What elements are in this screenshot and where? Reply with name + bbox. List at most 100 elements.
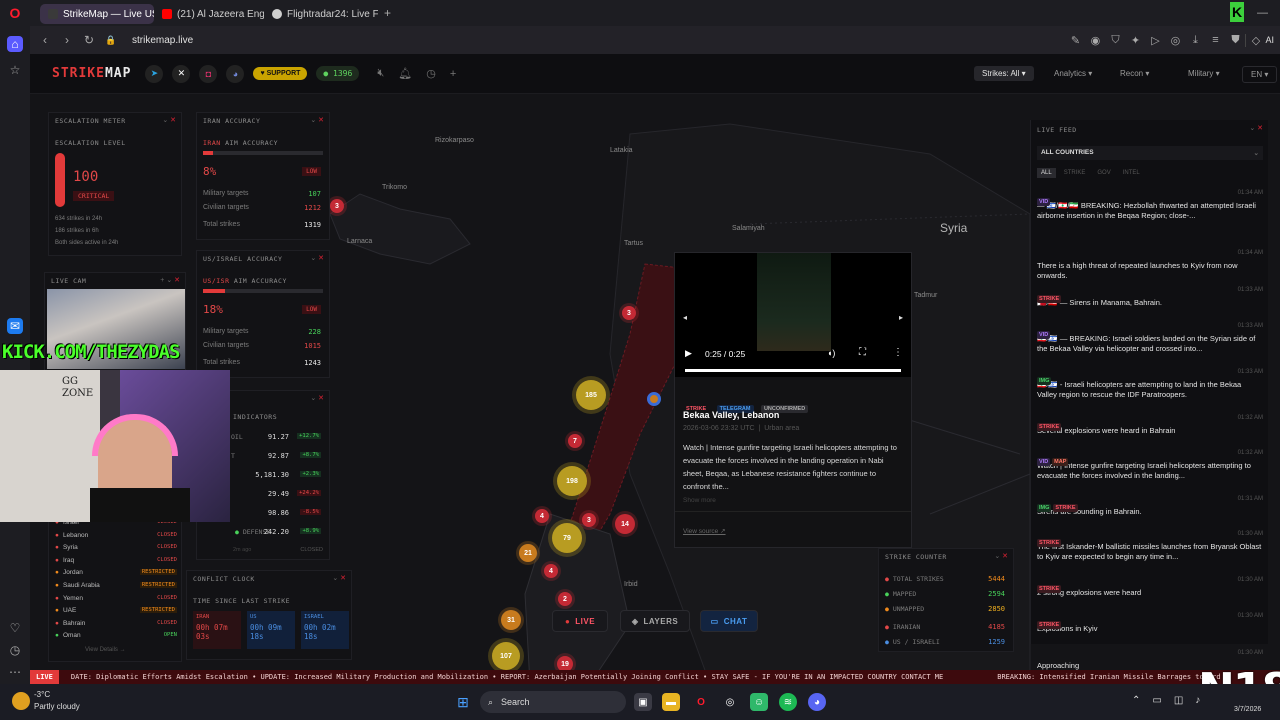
shield-icon[interactable]: ⛉ xyxy=(1105,34,1125,47)
minimize-icon[interactable]: — xyxy=(1257,7,1268,20)
heart-icon[interactable]: ♡ xyxy=(7,620,23,636)
country-filter-dropdown[interactable]: ALL COUNTRIES ⌄ xyxy=(1037,146,1263,160)
menu-icon[interactable]: ≡ xyxy=(1205,34,1225,46)
strike-cluster[interactable]: 185 xyxy=(576,380,606,410)
windows-start-icon[interactable]: ⊞ xyxy=(454,693,472,711)
home-icon[interactable]: ⌂ xyxy=(7,36,23,52)
strike-cluster[interactable]: 3 xyxy=(330,199,344,213)
tab-strikemap[interactable]: StrikeMap — Live US/Isra xyxy=(40,4,154,24)
strike-video[interactable]: ◂ ▸ ▶ 0:25 / 0:25 ◖) ⛶ ⋮ xyxy=(675,253,911,377)
pin-icon[interactable]: ◎ xyxy=(1165,34,1185,47)
strikemap-logo[interactable]: STRIKEMAP xyxy=(52,66,131,81)
strike-cluster[interactable]: 31 xyxy=(501,610,521,630)
panel-controls[interactable]: ⌄ ✕ xyxy=(310,116,324,124)
feed-tab-strike[interactable]: STRIKE xyxy=(1060,168,1090,178)
strike-cluster[interactable]: 2 xyxy=(558,592,572,606)
strike-cluster[interactable]: 198 xyxy=(557,466,587,496)
tab-flightradar[interactable]: Flightradar24: Live Flight T xyxy=(264,4,378,24)
instagram-icon[interactable]: ◘ xyxy=(199,64,218,83)
panel-controls[interactable]: ⌄ ✕ xyxy=(162,116,176,124)
layers-button[interactable]: ◈ LAYERS xyxy=(620,610,690,632)
panel-controls[interactable]: ⌄ ✕ xyxy=(332,574,346,582)
feed-item[interactable]: STRIKE 01:33 AM 🇧🇭/🇮🇷 — Sirens in Manama, … xyxy=(1037,287,1263,308)
panel-controls[interactable]: ⌄ ✕ xyxy=(1249,124,1263,132)
history-icon[interactable]: ◷ xyxy=(7,642,23,658)
strike-cluster[interactable]: 4 xyxy=(535,509,549,523)
feed-tab-gov[interactable]: GOV xyxy=(1093,168,1114,178)
feed-item[interactable]: VID 01:34 AM — 🇮🇱/🇱🇧/🇮🇷 BREAKING: Hezbolla… xyxy=(1037,190,1263,221)
task-view-icon[interactable]: ▣ xyxy=(634,693,652,711)
language-dropdown[interactable]: EN ▾ xyxy=(1242,66,1278,83)
panel-controls[interactable]: ⌄ ✕ xyxy=(310,394,324,402)
bell-icon[interactable]: 🔔︎ xyxy=(398,67,412,80)
camera-icon[interactable]: ◉ xyxy=(1085,34,1105,47)
panel-controls[interactable]: + ⌄ ✕ xyxy=(160,276,180,284)
strike-cluster[interactable]: 4 xyxy=(544,564,558,578)
feed-tab-all[interactable]: ALL xyxy=(1037,168,1056,178)
view-source-link[interactable]: View source ↗ xyxy=(683,527,726,535)
selected-strike-marker[interactable] xyxy=(647,392,661,406)
ai-button[interactable]: AI xyxy=(1265,35,1274,45)
star-icon[interactable]: ☆ xyxy=(7,62,23,78)
download-icon[interactable]: ⤓ xyxy=(1185,34,1205,47)
telegram-icon[interactable]: ➤ xyxy=(145,64,164,83)
extension-icon[interactable]: ✦ xyxy=(1125,34,1145,47)
feed-item[interactable]: IMG STRIKE 01:31 AM Sirens are sounding in … xyxy=(1037,496,1263,517)
feed-item[interactable]: STRIKE 01:30 AM Explosions in Kyiv xyxy=(1037,613,1263,634)
opera-taskbar-icon[interactable]: O xyxy=(692,693,710,711)
support-button[interactable]: ♥ SUPPORT xyxy=(253,67,308,80)
opera-logo-icon[interactable]: O xyxy=(0,0,30,26)
strikes-filter-dropdown[interactable]: Strikes: All ▾ xyxy=(974,66,1034,81)
more-options-icon[interactable]: ⋮ xyxy=(893,347,903,358)
strike-cluster[interactable]: 79 xyxy=(552,523,582,553)
next-media-icon[interactable]: ▸ xyxy=(899,313,903,322)
panel-controls[interactable]: ⌄ ✕ xyxy=(310,254,324,262)
strike-cluster[interactable]: 107 xyxy=(492,642,520,670)
feed-item[interactable]: STRIKE 01:30 AM 2 strong explosions were h… xyxy=(1037,577,1263,598)
chat-button[interactable]: ▭ CHAT xyxy=(700,610,758,632)
clock-icon[interactable]: ◷ xyxy=(426,67,436,80)
add-icon[interactable]: + xyxy=(450,68,456,80)
obs-icon[interactable]: ◎ xyxy=(721,693,739,711)
recon-dropdown[interactable]: Recon ▾ xyxy=(1112,66,1157,81)
new-tab-icon[interactable]: + xyxy=(384,6,391,20)
show-more-link[interactable]: Show more xyxy=(683,497,716,504)
wallet-icon[interactable]: ⛊ xyxy=(1225,34,1245,47)
live-button[interactable]: ● LIVE xyxy=(552,610,608,632)
mute-icon[interactable]: 🔇︎ xyxy=(377,67,384,80)
chat-app-icon[interactable]: ☺ xyxy=(750,693,768,711)
feed-item[interactable]: VID 01:33 AM 🇱🇧/🇮🇱 — BREAKING: Israeli sol… xyxy=(1037,323,1263,354)
panel-controls[interactable]: ⌄ ✕ xyxy=(994,552,1008,560)
spotify-icon[interactable]: ≋ xyxy=(779,693,797,711)
play-icon[interactable]: ▷ xyxy=(1145,34,1165,47)
analytics-dropdown[interactable]: Analytics ▾ xyxy=(1046,66,1100,81)
system-tray[interactable]: ⌃ ▭ ◫ ♪ xyxy=(1132,695,1200,706)
view-details-link[interactable]: View Details → xyxy=(85,647,126,653)
strike-cluster[interactable]: 3 xyxy=(622,306,636,320)
file-explorer-icon[interactable]: ▬ xyxy=(662,693,680,711)
strike-cluster[interactable]: 14 xyxy=(615,514,635,534)
box-icon[interactable]: ◇ xyxy=(1245,33,1265,47)
feed-item[interactable]: STRIKE 01:32 AM Several explosions were he… xyxy=(1037,415,1263,436)
strike-cluster[interactable]: 21 xyxy=(519,544,537,562)
feed-tab-intel[interactable]: INTEL xyxy=(1119,168,1144,178)
edit-icon[interactable]: ✎ xyxy=(1065,34,1085,47)
fullscreen-icon[interactable]: ⛶ xyxy=(859,347,866,358)
video-progress[interactable] xyxy=(685,369,901,372)
feed-item[interactable]: IMG 01:33 AM 🇱🇧/🇮🇱 - Israeli helicopters a… xyxy=(1037,369,1263,400)
reload-icon[interactable]: ↻ xyxy=(78,33,100,47)
prev-media-icon[interactable]: ◂ xyxy=(683,313,687,322)
tab-aljazeera[interactable]: (21) Al Jazeera Eng xyxy=(154,4,264,24)
feed-item[interactable]: STRIKE 01:30 AM The first Iskander-M balli… xyxy=(1037,531,1263,562)
play-icon[interactable]: ▶ xyxy=(685,348,692,359)
discord-icon[interactable]: ◕ xyxy=(226,64,245,83)
military-dropdown[interactable]: Military ▾ xyxy=(1180,66,1228,81)
back-icon[interactable]: ‹ xyxy=(34,33,56,47)
feed-item[interactable]: 01:34 AM There is a high threat of repeat… xyxy=(1037,250,1263,281)
url-field[interactable]: strikemap.live xyxy=(132,35,193,46)
volume-icon[interactable]: ◖) xyxy=(827,348,835,358)
messenger-icon[interactable]: ✉ xyxy=(7,318,23,334)
discord-taskbar-icon[interactable]: ◕ xyxy=(808,693,826,711)
taskbar-search[interactable]: ⌕ Search xyxy=(480,691,626,713)
more-icon[interactable]: ⋯ xyxy=(7,664,23,680)
